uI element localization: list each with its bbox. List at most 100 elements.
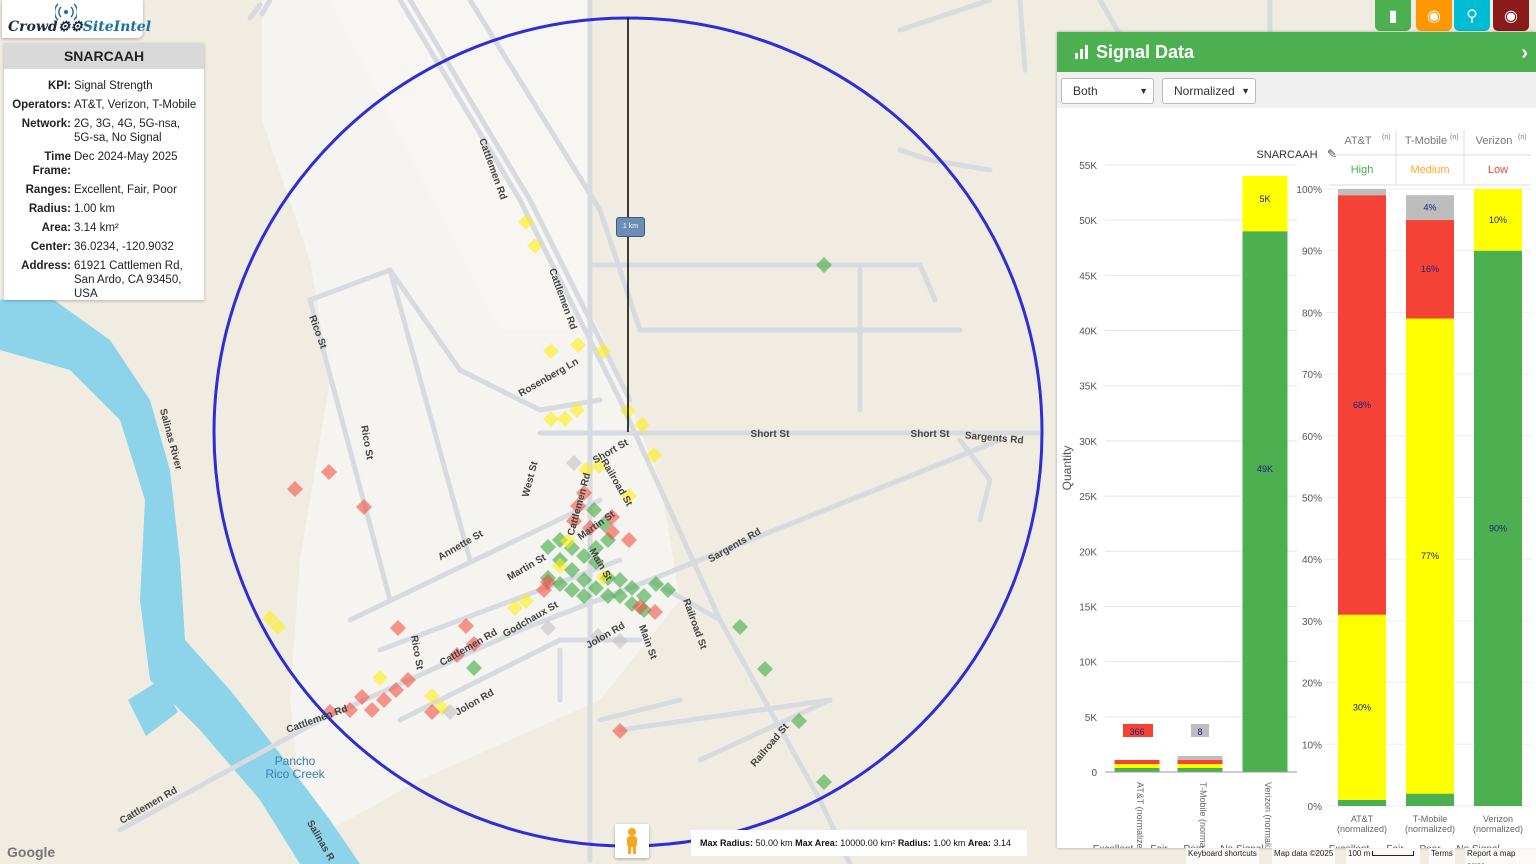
operator-header-sup: (n) bbox=[1450, 134, 1459, 141]
bar-segment bbox=[1406, 793, 1454, 806]
info-key: Time Frame: bbox=[32, 151, 71, 177]
bar-chart-icon: ▮ bbox=[1388, 7, 1398, 25]
signal-level: Low bbox=[1488, 164, 1508, 176]
terms-link[interactable]: Terms bbox=[1429, 848, 1455, 864]
info-value: Signal Strength bbox=[74, 80, 153, 92]
info-row: Address: 61921 Cattlemen Rd, San Ardo, CA… bbox=[4, 259, 204, 301]
data-label: 90% bbox=[1489, 523, 1507, 533]
x-tick-label: Verizon (normalized) bbox=[1473, 814, 1523, 834]
y-tick-label: 70% bbox=[1302, 370, 1322, 381]
mode-select[interactable]: Normalized ▼ bbox=[1162, 78, 1256, 104]
info-panel: SNARCAAH KPI: Signal Strength Operators: AT… bbox=[4, 43, 204, 300]
chevron-down-icon: ▼ bbox=[1241, 86, 1250, 96]
bar-segment bbox=[1114, 768, 1160, 772]
x-tick-label: AT&T (normalized) bbox=[1135, 782, 1145, 848]
street-label: Short St bbox=[911, 429, 951, 440]
y-tick-label: 80% bbox=[1302, 308, 1322, 319]
x-tick-label: T-Mobile (normalized) bbox=[1405, 814, 1455, 834]
signal-level: High bbox=[1351, 164, 1374, 176]
y-tick-label: 20K bbox=[1079, 547, 1097, 558]
bar-segment bbox=[1114, 760, 1160, 764]
street-label: Short St bbox=[751, 429, 791, 440]
info-row: Time Frame: Dec 2024-May 2025 bbox=[4, 150, 204, 178]
operator-header: AT&T bbox=[1344, 135, 1372, 147]
bar-chart-icon bbox=[1075, 45, 1088, 59]
y-tick-label: 100% bbox=[1296, 185, 1322, 196]
charts-area: SNARCAAH ✎ Quantity 0 5K 10K 15K 20K 25K 30K 35K 40… bbox=[1060, 130, 1531, 848]
y-tick-label: 50% bbox=[1302, 494, 1322, 505]
street-view-pegman[interactable] bbox=[615, 824, 649, 858]
edit-pencil-icon[interactable]: ✎ bbox=[1327, 147, 1337, 161]
bar-segment bbox=[1338, 189, 1386, 196]
screen: Cattlemen Rd Cattlemen Rd Rico St Rico St Ro… bbox=[0, 0, 1536, 864]
y-tick-label: 0 bbox=[1091, 768, 1097, 779]
info-value: 2G, 3G, 4G, 5G-nsa, 5G-sa, No Signal bbox=[74, 118, 181, 144]
pin-button[interactable]: ⚲ bbox=[1454, 0, 1490, 31]
info-value: 1.00 km bbox=[74, 203, 115, 215]
target-icon: ◉ bbox=[1427, 7, 1441, 25]
y-tick-label: 45K bbox=[1079, 271, 1097, 282]
info-key: Ranges: bbox=[25, 184, 71, 196]
info-row: Center: 36.0234, -120.9032 bbox=[4, 240, 204, 254]
bar-segment bbox=[1242, 231, 1288, 772]
panel-controls: Both ▼ Normalized ▼ bbox=[1057, 72, 1536, 108]
data-label: 366 bbox=[1129, 727, 1144, 737]
y-tick-label: 40K bbox=[1079, 327, 1097, 338]
y-axis-label: Quantity bbox=[1060, 446, 1074, 491]
info-title: SNARCAAH bbox=[4, 43, 204, 69]
y-tick-label: 60% bbox=[1302, 432, 1322, 443]
x-tick-label: AT&T (normalized) bbox=[1337, 814, 1387, 834]
bar-segment bbox=[1177, 760, 1223, 764]
info-value: Dec 2024-May 2025 bbox=[74, 151, 178, 163]
bar-segment bbox=[1114, 764, 1160, 768]
place-label: Rico Creek bbox=[265, 767, 325, 781]
collapse-chevron-icon[interactable]: › bbox=[1521, 42, 1528, 65]
info-key: KPI: bbox=[48, 80, 71, 92]
y-tick-label: 55K bbox=[1079, 161, 1097, 172]
info-value: 61921 Cattlemen Rd, San Ardo, CA 93450, … bbox=[74, 260, 183, 300]
info-row: Ranges: Excellent, Fair, Poor bbox=[4, 183, 204, 197]
y-tick-label: 30% bbox=[1302, 617, 1322, 628]
data-label: 49K bbox=[1257, 464, 1273, 474]
pegman-icon bbox=[627, 828, 637, 854]
keyboard-shortcuts-link[interactable]: Keyboard shortcuts bbox=[1186, 848, 1259, 864]
operator-header-sup: (n) bbox=[1518, 134, 1527, 141]
globe-pin-icon: ◉ bbox=[1504, 7, 1518, 25]
y-tick-label: 5K bbox=[1085, 713, 1098, 724]
operator-header-sup: (n) bbox=[1382, 134, 1391, 141]
bar-chart-button[interactable]: ▮ bbox=[1375, 0, 1411, 31]
y-tick-label: 10% bbox=[1302, 740, 1322, 751]
x-tick-label: Verizon (normalized) bbox=[1263, 782, 1273, 848]
logo-text: Crowd⚙⚙SiteIntel bbox=[8, 19, 152, 35]
info-key: Area: bbox=[41, 222, 71, 234]
crowdsiteintel-logo[interactable]: Crowd⚙⚙SiteIntel bbox=[2, 0, 151, 38]
data-label: 30% bbox=[1353, 702, 1371, 712]
globe-pin-button[interactable]: ◉ bbox=[1493, 0, 1529, 31]
info-value: 36.0234, -120.9032 bbox=[74, 241, 174, 253]
chevron-down-icon: ▼ bbox=[1139, 86, 1148, 96]
y-tick-label: 0% bbox=[1308, 802, 1323, 813]
target-button[interactable]: ◉ bbox=[1416, 0, 1452, 31]
y-tick-label: 15K bbox=[1079, 602, 1097, 613]
info-value: AT&T, Verizon, T-Mobile bbox=[74, 99, 197, 111]
info-key: Address: bbox=[21, 260, 71, 272]
info-value: 3.14 km² bbox=[74, 222, 119, 234]
signal-level: Medium bbox=[1410, 164, 1449, 176]
info-value: Excellent, Fair, Poor bbox=[74, 184, 177, 196]
data-label: 8 bbox=[1197, 727, 1202, 737]
legend-label: Fair bbox=[1150, 844, 1168, 848]
info-row: Network: 2G, 3G, 4G, 5G-nsa, 5G-sa, No Si… bbox=[4, 117, 204, 145]
bar-segment bbox=[1338, 799, 1386, 806]
data-label: 10% bbox=[1489, 215, 1507, 225]
map-scale: 100 m bbox=[1346, 848, 1420, 864]
data-label: 16% bbox=[1421, 264, 1439, 274]
report-error-link[interactable]: Report a map error bbox=[1465, 848, 1536, 864]
data-label: 4% bbox=[1423, 203, 1436, 213]
panel-title: Signal Data bbox=[1096, 41, 1195, 62]
y-tick-label: 20% bbox=[1302, 679, 1322, 690]
chart-title: SNARCAAH bbox=[1256, 149, 1317, 161]
data-label: 5K bbox=[1259, 194, 1270, 204]
operator-select[interactable]: Both ▼ bbox=[1061, 78, 1154, 104]
panel-header: Signal Data › bbox=[1057, 32, 1536, 72]
bar-segment bbox=[1177, 768, 1223, 772]
